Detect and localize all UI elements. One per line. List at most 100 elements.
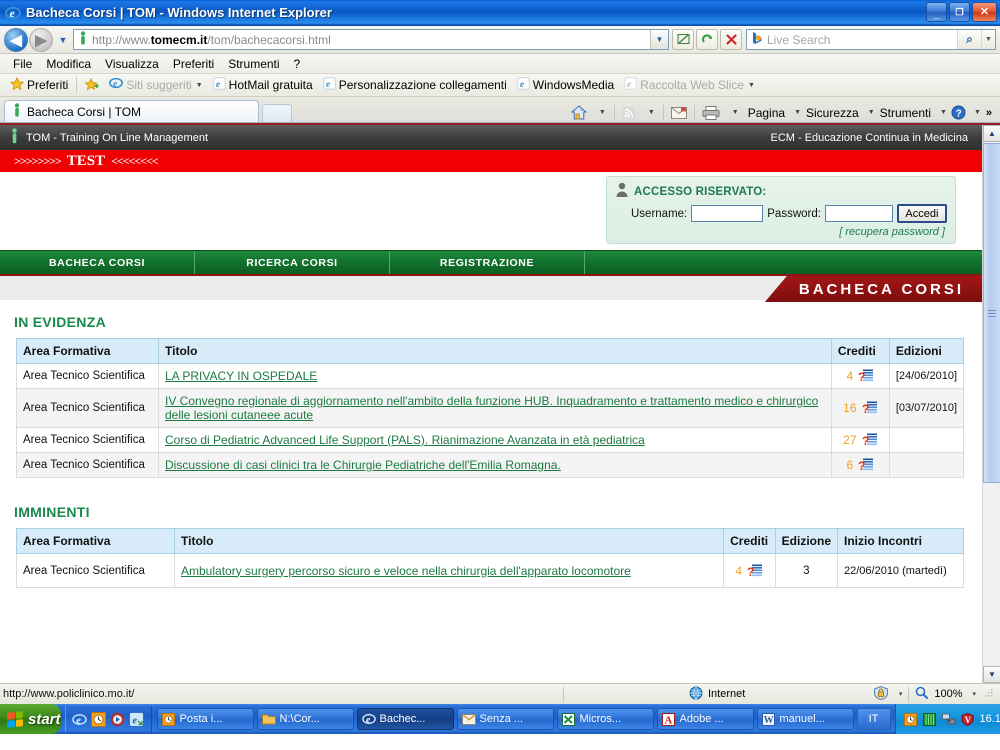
clock-icon[interactable] bbox=[91, 711, 107, 727]
scroll-down-button[interactable]: ▼ bbox=[983, 666, 1000, 683]
favbar-item-hotmail[interactable]: e HotMail gratuita bbox=[208, 77, 318, 93]
search-provider-dropdown[interactable]: ▼ bbox=[981, 30, 995, 49]
svg-text:e: e bbox=[113, 79, 118, 90]
home-dropdown-caret[interactable]: ▼ bbox=[595, 109, 610, 116]
course-link[interactable]: Corso di Pediatric Advanced Life Support… bbox=[165, 433, 645, 447]
table-header-row: Area Formativa Titolo Crediti Edizione I… bbox=[16, 528, 964, 554]
scrollbar-thumb[interactable] bbox=[983, 143, 1000, 483]
cmdbar-overflow-button[interactable]: » bbox=[982, 107, 996, 119]
print-dropdown-caret[interactable]: ▼ bbox=[728, 109, 743, 116]
site-identity-icon bbox=[74, 31, 92, 48]
mail-icon[interactable] bbox=[668, 106, 690, 119]
course-info-icon[interactable]: ? bbox=[862, 401, 878, 416]
course-link[interactable]: IV Convegno regionale di aggiornamento n… bbox=[165, 394, 818, 422]
help-icon[interactable]: ? bbox=[948, 105, 969, 120]
maximize-button[interactable]: ❐ bbox=[949, 2, 970, 22]
cmdbar-separator bbox=[613, 105, 615, 120]
print-icon[interactable] bbox=[699, 105, 723, 120]
help-caret[interactable]: ▼ bbox=[974, 109, 981, 116]
table-row: Area Tecnico Scientifica Discussione di … bbox=[16, 452, 965, 478]
course-info-icon[interactable]: ? bbox=[858, 458, 874, 473]
menu-item-file[interactable]: File bbox=[6, 57, 39, 71]
tray-green-grid-icon[interactable] bbox=[923, 712, 937, 726]
media-player-icon[interactable] bbox=[110, 711, 126, 727]
tray-antivirus-icon[interactable]: V bbox=[961, 712, 975, 726]
menu-item-strumenti[interactable]: Strumenti bbox=[221, 57, 286, 71]
folder-icon bbox=[261, 712, 276, 726]
resize-grip[interactable] bbox=[982, 687, 994, 702]
language-bar[interactable]: IT bbox=[856, 708, 891, 730]
cmdbar-item-pagina[interactable]: Pagina bbox=[744, 106, 789, 120]
password-input[interactable] bbox=[824, 205, 893, 222]
course-link[interactable]: LA PRIVACY IN OSPEDALE bbox=[165, 369, 317, 383]
course-info-icon[interactable]: ? bbox=[858, 369, 874, 384]
zoom-caret[interactable]: ▾ bbox=[972, 690, 976, 698]
course-link[interactable]: Discussione di casi clinici tra le Chiru… bbox=[165, 458, 561, 472]
pagina-caret[interactable]: ▼ bbox=[794, 109, 801, 116]
menu-item-help[interactable]: ? bbox=[287, 57, 308, 71]
site-nav-ricerca-corsi[interactable]: RICERCA CORSI bbox=[195, 251, 390, 274]
cmdbar-item-sicurezza[interactable]: Sicurezza bbox=[802, 106, 863, 120]
taskbar-item-folder[interactable]: N:\Cor... bbox=[256, 708, 354, 730]
col-edizione: Edizione bbox=[774, 528, 839, 554]
refresh-button[interactable] bbox=[696, 29, 718, 50]
cmdbar-item-strumenti[interactable]: Strumenti bbox=[876, 106, 935, 120]
course-info-icon[interactable]: ? bbox=[747, 564, 763, 579]
menu-item-preferiti[interactable]: Preferiti bbox=[166, 57, 221, 71]
taskbar-item-manuel[interactable]: W manuel... bbox=[756, 708, 854, 730]
recover-password-link[interactable]: [ recupera password ] bbox=[615, 226, 947, 238]
site-nav-registrazione[interactable]: REGISTRAZIONE bbox=[390, 251, 585, 274]
table-row: Area Tecnico Scientifica Ambulatory surg… bbox=[16, 553, 964, 588]
tray-clock[interactable]: 16.19 bbox=[980, 713, 1000, 725]
windows-taskbar: start e e Posta i... N:\Cor... e Bachec.… bbox=[0, 704, 1000, 734]
menu-item-visualizza[interactable]: Visualizza bbox=[98, 57, 166, 71]
username-input[interactable] bbox=[691, 205, 764, 222]
address-dropdown-button[interactable]: ▼ bbox=[650, 30, 668, 49]
new-tab-button[interactable] bbox=[262, 104, 292, 122]
strumenti-caret[interactable]: ▼ bbox=[940, 109, 947, 116]
start-button[interactable]: start bbox=[0, 704, 61, 734]
favbar-item-siti-suggeriti[interactable]: e Siti suggeriti ▼ bbox=[104, 76, 207, 94]
favbar-item-windowsmedia[interactable]: e WindowsMedia bbox=[512, 77, 619, 93]
stop-button[interactable] bbox=[720, 29, 742, 50]
tray-clock-app-icon[interactable] bbox=[904, 712, 918, 726]
tray-network-icon[interactable] bbox=[941, 712, 956, 726]
login-submit-button[interactable]: Accedi bbox=[896, 204, 947, 223]
favbar-item-personalizzazione[interactable]: e Personalizzazione collegamenti bbox=[318, 77, 512, 93]
forward-button[interactable]: ▶ bbox=[29, 27, 53, 52]
scroll-up-button[interactable]: ▲ bbox=[983, 125, 1000, 142]
home-icon[interactable] bbox=[568, 105, 590, 120]
address-bar[interactable]: http://www.tomecm.it/tom/bachecacorsi.ht… bbox=[73, 29, 669, 50]
zoom-level[interactable]: 100% bbox=[934, 688, 962, 700]
taskbar-item-senza[interactable]: Senza ... bbox=[456, 708, 554, 730]
favorites-button[interactable]: Preferiti bbox=[5, 76, 73, 94]
taskbar-item-posta[interactable]: Posta i... bbox=[156, 708, 254, 730]
recent-pages-dropdown[interactable]: ▼ bbox=[56, 35, 70, 45]
menu-item-modifica[interactable]: Modifica bbox=[39, 57, 98, 71]
minimize-button[interactable]: _ bbox=[926, 2, 947, 22]
add-to-favorites-bar-icon[interactable] bbox=[80, 78, 104, 92]
ie-icon: e bbox=[213, 77, 226, 93]
site-nav-bacheca-corsi[interactable]: BACHECA CORSI bbox=[0, 251, 195, 274]
favbar-item-web-slice[interactable]: e Raccolta Web Slice ▼ bbox=[619, 77, 760, 93]
close-button[interactable]: ✕ bbox=[972, 2, 997, 22]
ie-icon[interactable]: e bbox=[72, 711, 88, 727]
taskbar-item-microsoft-excel[interactable]: Micros... bbox=[556, 708, 654, 730]
cell-edizione: 3 bbox=[774, 553, 839, 588]
tab-label: Bacheca Corsi | TOM bbox=[27, 104, 142, 119]
course-link[interactable]: Ambulatory surgery percorso sicuro e vel… bbox=[181, 564, 631, 578]
tab-bar: Bacheca Corsi | TOM ▼ ▼ ▼ Pagina ▼ Sicur… bbox=[0, 97, 1000, 123]
search-box[interactable]: Live Search ⌕ ▼ bbox=[746, 29, 996, 50]
back-button[interactable]: ◀ bbox=[4, 27, 28, 52]
taskbar-item-adobe[interactable]: A Adobe ... bbox=[656, 708, 754, 730]
show-desktop-icon[interactable]: e bbox=[129, 711, 145, 727]
course-info-icon[interactable]: ? bbox=[862, 433, 878, 448]
search-go-button[interactable]: ⌕ bbox=[957, 30, 981, 49]
tab-bacheca-corsi[interactable]: Bacheca Corsi | TOM bbox=[4, 100, 259, 122]
taskbar-item-bacheca[interactable]: e Bachec... bbox=[356, 708, 454, 730]
compatibility-view-button[interactable] bbox=[672, 29, 694, 50]
page-vertical-scrollbar[interactable]: ▲ ▼ bbox=[982, 125, 1000, 683]
search-input[interactable]: Live Search bbox=[767, 33, 957, 47]
sicurezza-caret[interactable]: ▼ bbox=[868, 109, 875, 116]
protected-mode-caret[interactable]: ▾ bbox=[899, 690, 903, 698]
